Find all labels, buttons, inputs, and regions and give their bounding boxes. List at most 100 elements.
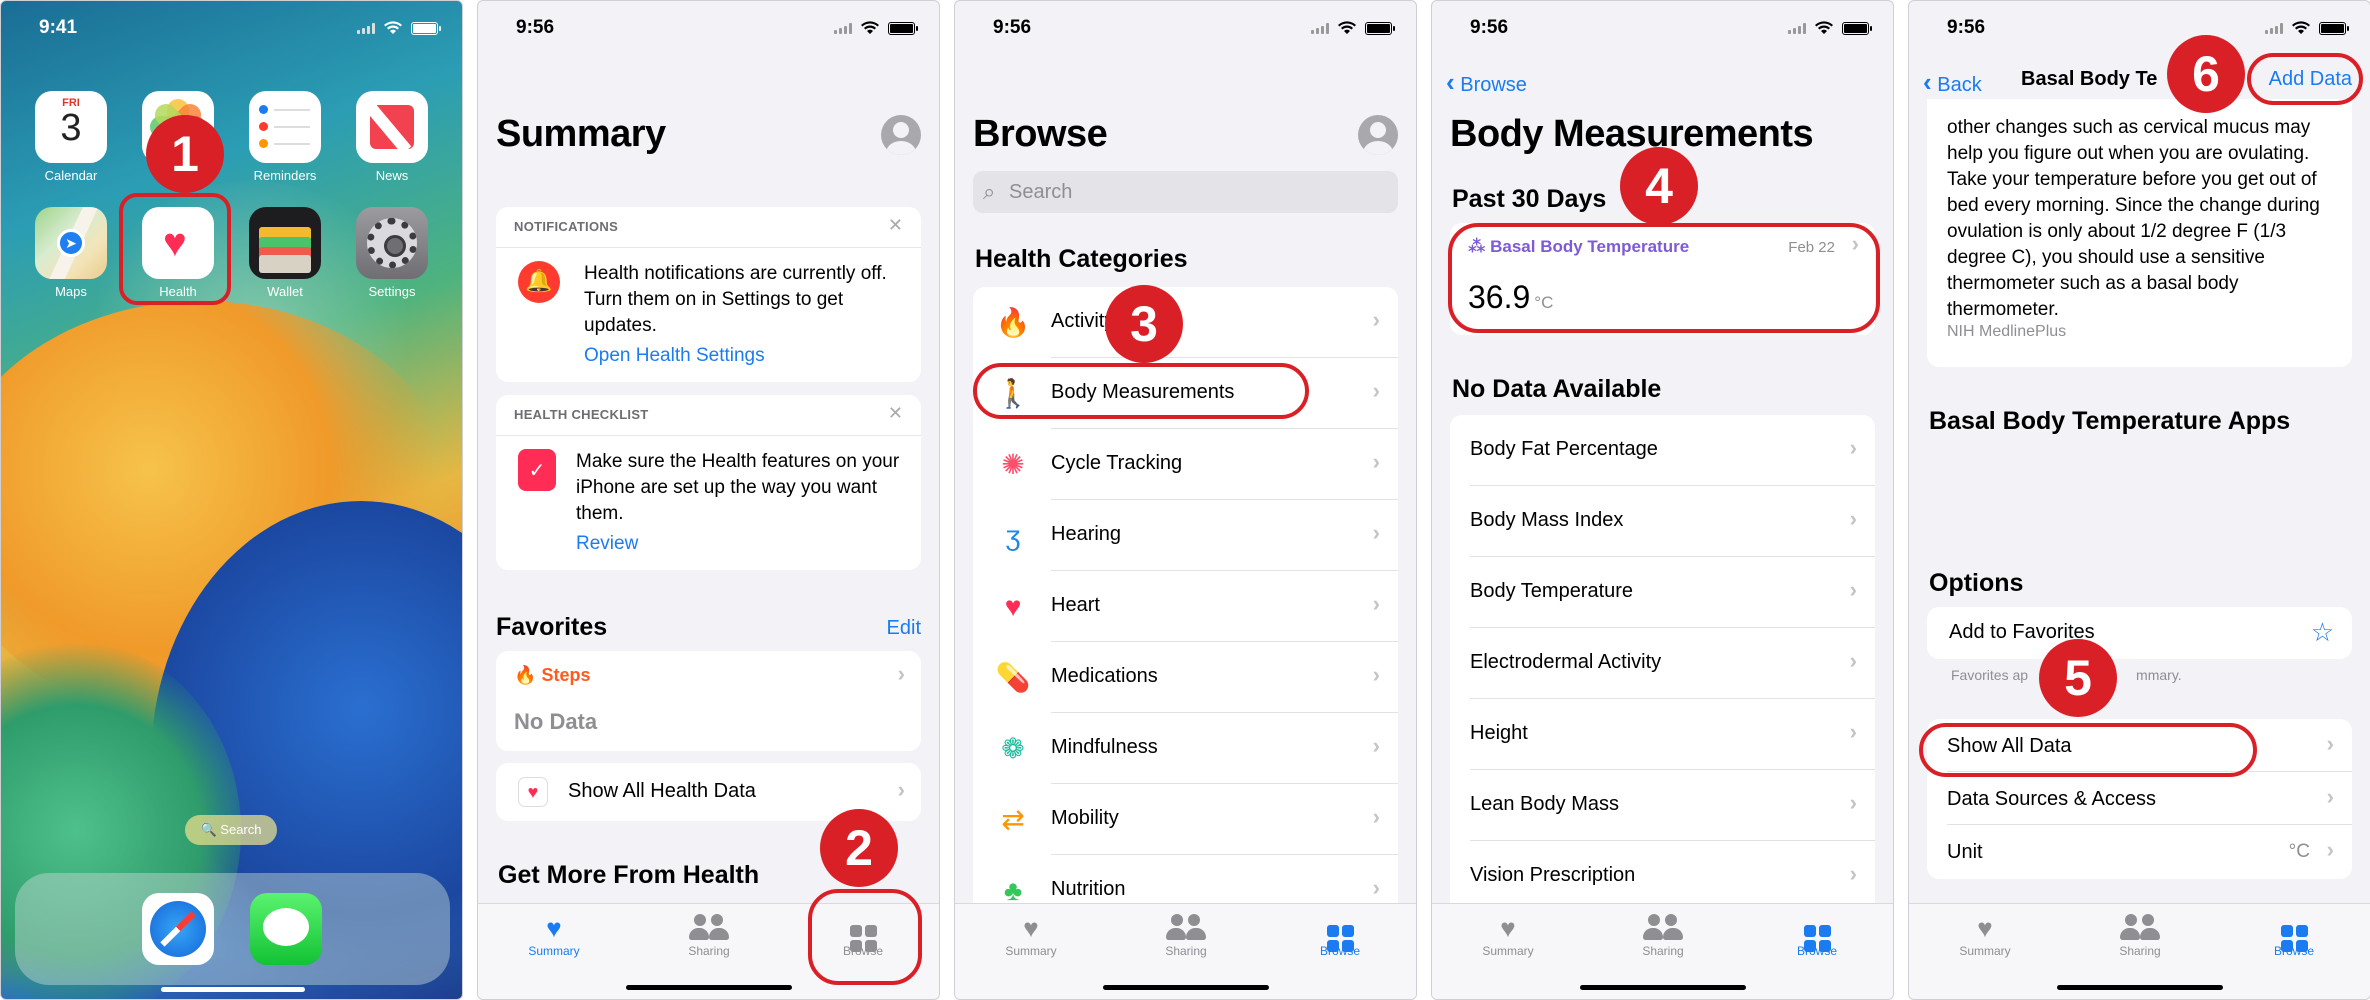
open-settings-link[interactable]: Open Health Settings <box>584 345 765 366</box>
signal-icon <box>834 22 852 34</box>
wifi-icon <box>1815 21 1833 34</box>
section-heading: HEALTH CHECKLIST <box>514 407 649 422</box>
back-button[interactable]: ‹ Back <box>1923 67 1982 98</box>
list-item[interactable]: Height › <box>1450 699 1875 770</box>
unit-row[interactable]: Unit °C › <box>1927 825 2352 878</box>
close-icon[interactable]: ✕ <box>888 215 903 236</box>
app-maps[interactable]: ➤ Maps <box>35 207 107 299</box>
category-row-medications[interactable]: 💊 Medications › <box>973 642 1398 713</box>
status-icons <box>2265 21 2349 35</box>
category-label: Mindfulness <box>1051 736 1158 758</box>
tab-browse[interactable]: Browse <box>2254 912 2334 958</box>
home-indicator <box>2057 985 2223 990</box>
people-icon <box>689 914 729 942</box>
list-item[interactable]: Lean Body Mass › <box>1450 770 1875 841</box>
category-label: Mobility <box>1051 807 1119 829</box>
highlight-ring <box>1448 223 1880 333</box>
flame-icon: 🔥 <box>514 665 537 685</box>
calendar-date: 3 <box>60 107 82 149</box>
close-icon[interactable]: ✕ <box>888 403 903 424</box>
chevron-right-icon: › <box>1849 861 1857 886</box>
bell-off-icon: 🔔 <box>518 261 560 303</box>
edit-favorites-button[interactable]: Edit <box>887 617 921 640</box>
status-time: 9:56 <box>1470 17 1509 38</box>
heart-icon: ♥ <box>1004 591 1022 622</box>
tab-summary[interactable]: ♥ Summary <box>991 912 1071 958</box>
list-item[interactable]: Body Fat Percentage › <box>1450 415 1875 486</box>
category-label: Medications <box>1051 665 1158 687</box>
list-item[interactable]: Electrodermal Activity › <box>1450 628 1875 699</box>
home-indicator <box>1103 985 1269 990</box>
app-settings[interactable]: Settings <box>356 207 428 299</box>
about-text: other changes such as cervical mucus may… <box>1947 117 2320 320</box>
chevron-right-icon: › <box>1372 733 1380 758</box>
tab-browse[interactable]: Browse <box>1777 912 1857 958</box>
steps-card[interactable]: 🔥 Steps › No Data <box>496 651 921 751</box>
nav-title: Basal Body Te <box>2021 68 2158 90</box>
checklist-icon: ✓ <box>518 449 556 491</box>
steps-value: No Data <box>514 709 598 734</box>
back-button[interactable]: ‹ Browse <box>1446 67 1527 98</box>
category-row-cycle-tracking[interactable]: ✺ Cycle Tracking › <box>973 429 1398 500</box>
tab-summary[interactable]: ♥ Summary <box>514 912 594 958</box>
heart-icon: ♥ <box>1977 913 1993 943</box>
messages-icon[interactable] <box>250 893 322 965</box>
profile-avatar[interactable] <box>1358 115 1398 155</box>
category-label: Nutrition <box>1051 878 1126 900</box>
category-row-mindfulness[interactable]: ❁ Mindfulness › <box>973 713 1398 784</box>
list-item[interactable]: Body Mass Index › <box>1450 486 1875 557</box>
status-bar: 9:56 <box>955 1 1416 59</box>
category-row-heart[interactable]: ♥ Heart › <box>973 571 1398 642</box>
app-wallet[interactable]: Wallet <box>249 207 321 299</box>
search-input[interactable]: Search <box>973 171 1398 213</box>
callout-2: 2 <box>820 809 898 887</box>
app-label: Wallet <box>267 284 303 299</box>
show-all-label: Show All Health Data <box>568 780 756 802</box>
unit-value: °C <box>2288 841 2310 862</box>
category-label: Cycle Tracking <box>1051 452 1183 474</box>
review-link[interactable]: Review <box>576 533 638 554</box>
reminders-icon <box>249 91 321 163</box>
chevron-right-icon: › <box>2326 837 2334 862</box>
add-to-favorites-row[interactable]: Add to Favorites ☆ <box>1927 607 2352 659</box>
category-row-mobility[interactable]: ⇄ Mobility › <box>973 784 1398 855</box>
status-bar: 9:56 <box>1909 1 2370 59</box>
status-icons <box>1788 21 1872 35</box>
chevron-right-icon: › <box>1372 875 1380 900</box>
page-title: Summary <box>496 113 666 155</box>
app-news[interactable]: News <box>356 91 428 183</box>
app-reminders[interactable]: Reminders <box>249 91 321 183</box>
category-label: Hearing <box>1051 523 1122 545</box>
tab-label: Summary <box>1005 944 1057 958</box>
tab-sharing[interactable]: Sharing <box>1146 912 1226 958</box>
chevron-right-icon: › <box>1849 435 1857 460</box>
mindfulness-icon: ❁ <box>1001 733 1025 764</box>
signal-icon <box>357 22 375 34</box>
tab-summary[interactable]: ♥ Summary <box>1945 912 2025 958</box>
star-icon[interactable]: ☆ <box>2311 617 2334 648</box>
status-bar: 9:56 <box>1432 1 1893 59</box>
calendar-icon: FRI 3 <box>35 91 107 163</box>
category-row-activity[interactable]: 🔥 Activity › <box>973 287 1398 358</box>
tab-sharing[interactable]: Sharing <box>1623 912 1703 958</box>
category-row-hearing[interactable]: ʒ Hearing › <box>973 500 1398 571</box>
tab-sharing[interactable]: Sharing <box>669 912 749 958</box>
list-item[interactable]: Body Temperature › <box>1450 557 1875 628</box>
callout-5: 5 <box>2039 639 2117 717</box>
safari-icon[interactable] <box>142 893 214 965</box>
status-bar: 9:56 <box>478 1 939 59</box>
highlight-ring <box>1919 723 2257 777</box>
past-30-days-heading: Past 30 Days <box>1452 185 1607 213</box>
people-icon <box>2120 914 2160 942</box>
list-item[interactable]: Vision Prescription › <box>1450 841 1875 912</box>
data-sources-row[interactable]: Data Sources & Access › <box>1927 772 2352 825</box>
signal-icon <box>1311 22 1329 34</box>
home-search-button[interactable]: 🔍 Search <box>185 815 277 845</box>
tab-browse[interactable]: Browse <box>1300 912 1380 958</box>
app-calendar[interactable]: FRI 3 Calendar <box>35 91 107 183</box>
tab-summary[interactable]: ♥ Summary <box>1468 912 1548 958</box>
tab-sharing[interactable]: Sharing <box>2100 912 2180 958</box>
status-icons <box>357 21 441 35</box>
wallet-icon <box>249 207 321 279</box>
profile-avatar[interactable] <box>881 115 921 155</box>
